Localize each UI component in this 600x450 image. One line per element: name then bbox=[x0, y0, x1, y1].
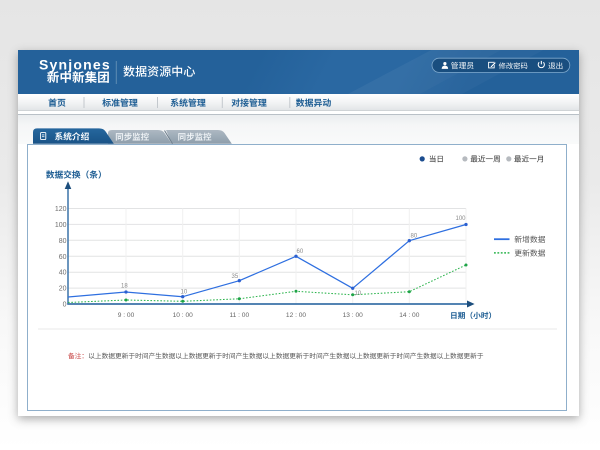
svg-text:11 : 00: 11 : 00 bbox=[229, 312, 249, 319]
svg-text:35: 35 bbox=[232, 274, 239, 280]
svg-text:0: 0 bbox=[63, 302, 67, 309]
svg-text:80: 80 bbox=[59, 238, 67, 245]
svg-text:10 : 00: 10 : 00 bbox=[173, 312, 193, 319]
svg-text:40: 40 bbox=[59, 270, 67, 277]
svg-text:Synjones: Synjones bbox=[39, 57, 111, 73]
svg-text:10: 10 bbox=[355, 291, 362, 297]
svg-text:100: 100 bbox=[456, 216, 467, 222]
svg-text:13 : 00: 13 : 00 bbox=[343, 312, 363, 319]
svg-text:12 : 00: 12 : 00 bbox=[286, 312, 306, 319]
svg-text:80: 80 bbox=[411, 234, 418, 240]
svg-text:14 : 00: 14 : 00 bbox=[399, 312, 419, 319]
svg-text:60: 60 bbox=[297, 249, 304, 255]
svg-text:18: 18 bbox=[121, 284, 128, 290]
svg-text:9 : 00: 9 : 00 bbox=[118, 312, 135, 319]
svg-text:20: 20 bbox=[59, 286, 67, 293]
svg-text:120: 120 bbox=[55, 206, 67, 213]
svg-text:100: 100 bbox=[55, 222, 67, 229]
svg-text:60: 60 bbox=[59, 254, 67, 261]
svg-text:10: 10 bbox=[181, 290, 188, 296]
